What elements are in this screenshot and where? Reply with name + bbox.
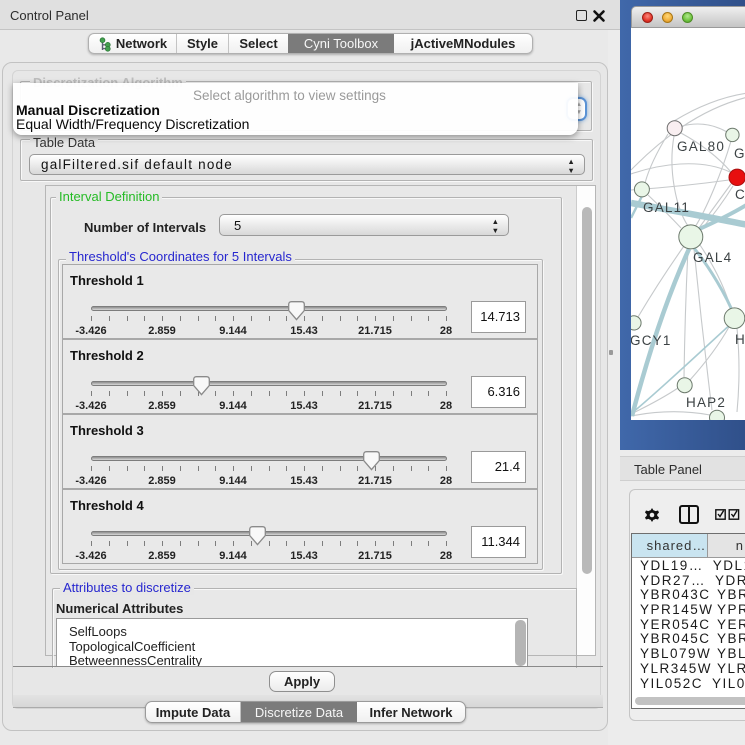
svg-text:GAL4: GAL4	[693, 250, 732, 265]
svg-text:GAL11: GAL11	[643, 200, 690, 215]
svg-text:C: C	[735, 187, 745, 202]
svg-text:HAP2: HAP2	[686, 395, 726, 410]
svg-text:GAL80: GAL80	[677, 139, 725, 154]
svg-text:GA: GA	[734, 146, 745, 161]
svg-text:GCY1: GCY1	[631, 333, 672, 348]
svg-text:H: H	[735, 332, 745, 347]
